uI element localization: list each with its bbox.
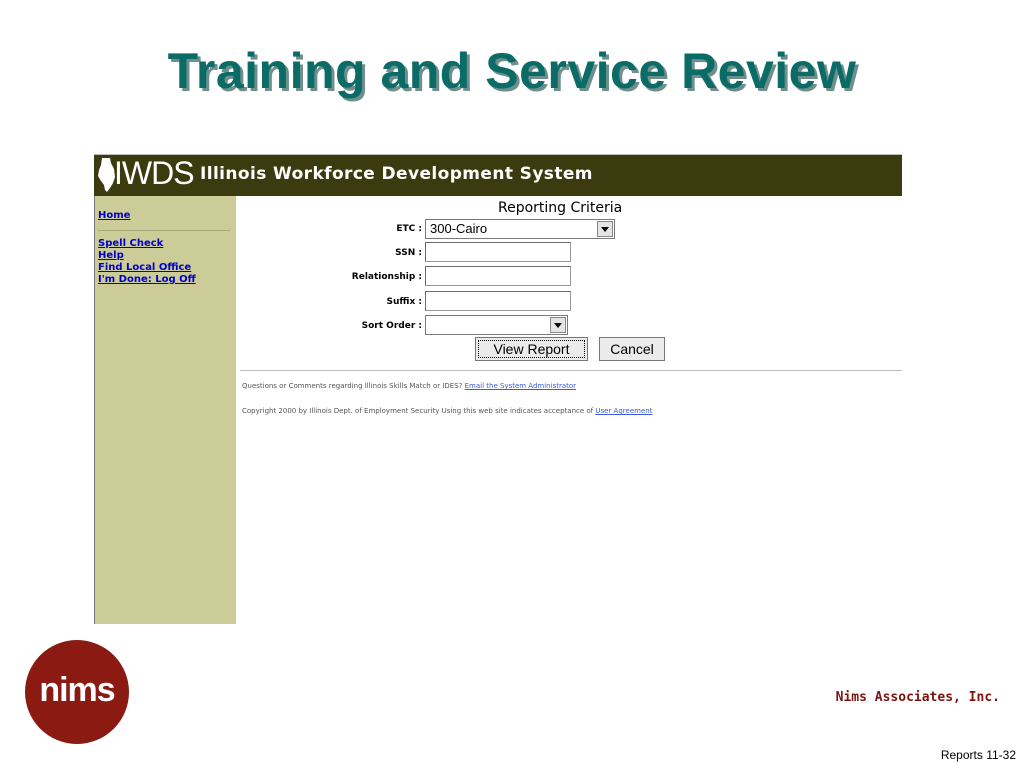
sidebar: Home Spell Check Help Find Local Office … xyxy=(94,196,236,624)
footer-questions: Questions or Comments regarding Illinois… xyxy=(242,382,576,390)
sort-order-select[interactable] xyxy=(425,315,568,335)
system-name: Illinois Workforce Development System xyxy=(200,164,593,184)
sidebar-item-spell-check[interactable]: Spell Check xyxy=(98,238,163,249)
page-reference: Reports 11-32 xyxy=(940,748,1016,762)
view-report-button[interactable]: View Report xyxy=(475,337,588,361)
sidebar-item-home[interactable]: Home xyxy=(98,210,130,221)
cancel-button[interactable]: Cancel xyxy=(599,337,665,361)
reporting-criteria-title: Reporting Criteria xyxy=(498,200,623,216)
suffix-label: Suffix : xyxy=(386,297,422,307)
iwds-app-window: IWDS Illinois Workforce Development Syst… xyxy=(94,154,902,624)
etc-label: ETC : xyxy=(396,224,422,234)
sidebar-item-help[interactable]: Help xyxy=(98,250,124,261)
footer-copyright-text: Copyright 2000 by Illinois Dept. of Empl… xyxy=(242,407,594,415)
etc-select-value: 300-Cairo xyxy=(430,221,488,236)
company-name: Nims Associates, Inc. xyxy=(835,690,1000,705)
relationship-input[interactable] xyxy=(425,266,571,286)
relationship-label: Relationship : xyxy=(351,272,422,282)
sidebar-item-log-off[interactable]: I'm Done: Log Off xyxy=(98,274,196,285)
sidebar-divider xyxy=(98,230,230,231)
content-divider xyxy=(240,370,902,371)
etc-select[interactable]: 300-Cairo xyxy=(425,219,615,239)
chevron-down-icon[interactable] xyxy=(597,221,613,237)
sort-order-label: Sort Order : xyxy=(361,321,422,331)
nims-logo: nims xyxy=(25,640,129,744)
iwds-logo: IWDS xyxy=(114,155,195,191)
email-admin-link[interactable]: Email the System Administrator xyxy=(465,382,576,390)
footer-questions-text: Questions or Comments regarding Illinois… xyxy=(242,382,463,390)
ssn-label: SSN : xyxy=(395,248,422,258)
nims-logo-text: nims xyxy=(39,670,115,709)
app-header: IWDS Illinois Workforce Development Syst… xyxy=(94,154,902,196)
sidebar-item-find-local-office[interactable]: Find Local Office xyxy=(98,262,191,273)
chevron-down-icon[interactable] xyxy=(550,317,566,333)
suffix-input[interactable] xyxy=(425,291,571,311)
slide-title: Training and Service Review xyxy=(167,43,857,99)
ssn-input[interactable] xyxy=(425,242,571,262)
footer-copyright: Copyright 2000 by Illinois Dept. of Empl… xyxy=(242,407,652,415)
user-agreement-link[interactable]: User Agreement xyxy=(595,407,652,415)
